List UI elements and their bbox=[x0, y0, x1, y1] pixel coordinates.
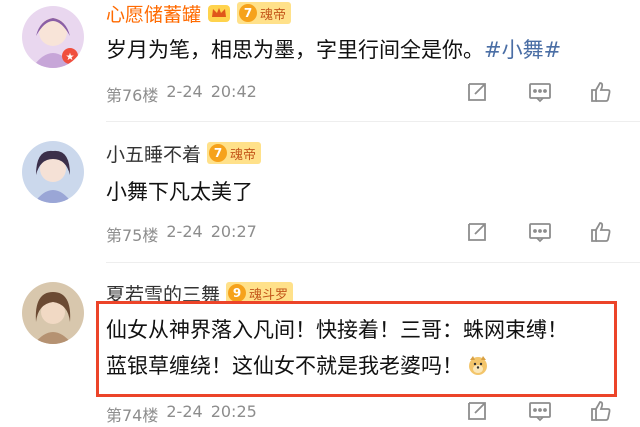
comment-meta: 第75楼 2-24 20:27 bbox=[106, 222, 257, 246]
svg-text:★: ★ bbox=[66, 52, 75, 63]
like-icon[interactable] bbox=[588, 219, 614, 245]
level-badge: 7 魂帝 bbox=[237, 2, 292, 24]
avatar[interactable] bbox=[22, 282, 84, 344]
comment-time: 20:27 bbox=[210, 222, 257, 241]
comment-icon[interactable] bbox=[527, 398, 553, 424]
share-icon[interactable] bbox=[464, 219, 490, 245]
username[interactable]: 小五睡不着 bbox=[106, 140, 201, 167]
comment-date: 2-24 bbox=[166, 402, 203, 421]
divider bbox=[106, 121, 640, 122]
username[interactable]: 心愿储蓄罐 bbox=[106, 0, 201, 27]
floor-number: 第74楼 bbox=[106, 406, 159, 425]
comment-time: 20:42 bbox=[210, 82, 257, 101]
like-icon[interactable] bbox=[588, 398, 614, 424]
comment-meta: 第74楼 2-24 20:25 bbox=[106, 402, 257, 426]
comment-text: 小舞下凡太美了 bbox=[106, 180, 253, 204]
share-icon[interactable] bbox=[464, 79, 490, 105]
crown-icon bbox=[207, 2, 231, 24]
user-row: 小五睡不着 7 魂帝 bbox=[106, 140, 262, 167]
comment-time: 20:25 bbox=[210, 402, 257, 421]
user-row: 心愿储蓄罐 7 魂帝 bbox=[106, 0, 292, 27]
comment-meta: 第76楼 2-24 20:42 bbox=[106, 82, 257, 106]
comment-icon[interactable] bbox=[527, 79, 553, 105]
divider bbox=[106, 262, 640, 263]
floor-number: 第76楼 bbox=[106, 86, 159, 105]
level-badge: 7 魂帝 bbox=[207, 142, 262, 164]
avatar[interactable] bbox=[22, 141, 84, 203]
like-icon[interactable] bbox=[588, 79, 614, 105]
share-icon[interactable] bbox=[464, 398, 490, 424]
hashtag-link[interactable]: #小舞# bbox=[484, 38, 561, 62]
comment-text: 岁月为笔，相思为墨，字里行间全是你。#小舞# bbox=[106, 38, 562, 62]
highlight-box bbox=[96, 301, 617, 397]
comment-date: 2-24 bbox=[166, 222, 203, 241]
comment-date: 2-24 bbox=[166, 82, 203, 101]
avatar[interactable]: ★ bbox=[22, 6, 84, 68]
floor-number: 第75楼 bbox=[106, 226, 159, 245]
comment-icon[interactable] bbox=[527, 219, 553, 245]
